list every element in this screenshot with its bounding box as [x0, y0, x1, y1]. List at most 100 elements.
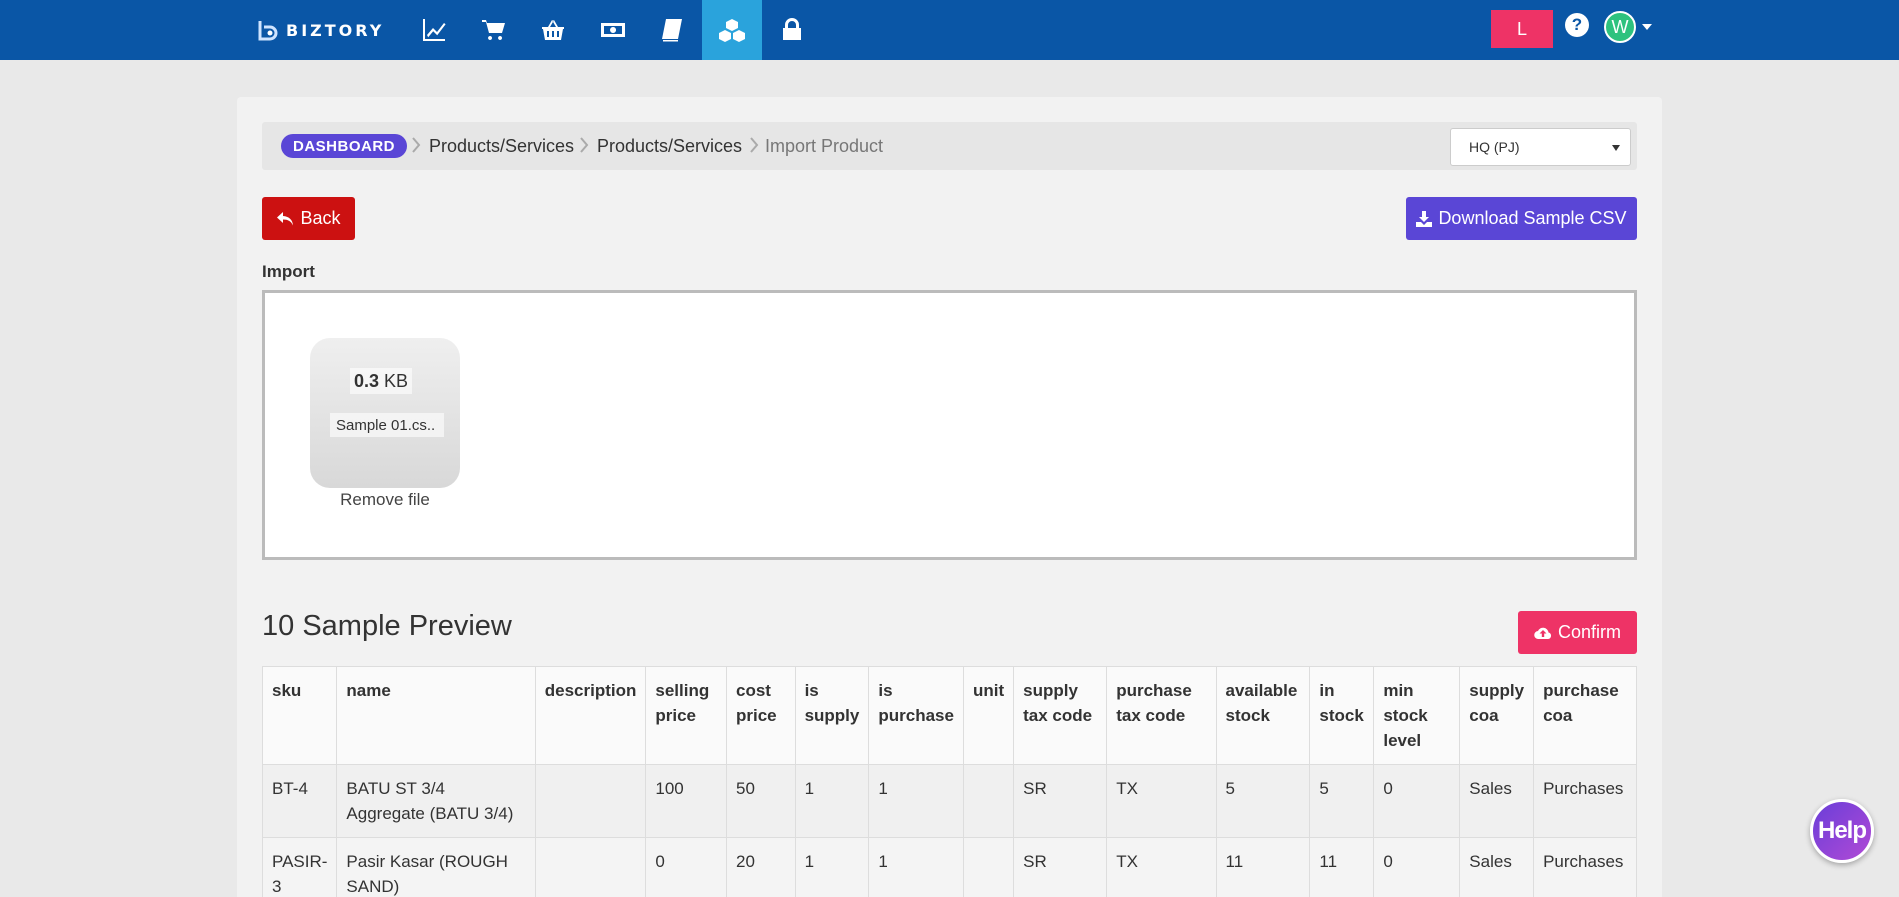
help-widget-button[interactable]: Help — [1810, 799, 1874, 863]
table-cell: 5 — [1309, 764, 1375, 838]
table-cell: SR — [1013, 837, 1108, 897]
column-header: is supply — [794, 666, 870, 765]
table-cell — [534, 837, 647, 897]
column-header: name — [336, 666, 536, 765]
logo-icon — [258, 21, 278, 41]
back-button-label: Back — [300, 208, 341, 228]
nav-products[interactable] — [702, 0, 762, 60]
table-cell — [962, 837, 1015, 897]
table-cell: 0 — [645, 837, 727, 897]
breadcrumb-dashboard[interactable]: DASHBOARD — [281, 134, 407, 158]
column-header: is purchase — [868, 666, 964, 765]
branch-select[interactable]: HQ (PJ) — [1450, 128, 1631, 166]
confirm-button[interactable]: Confirm — [1518, 611, 1637, 654]
table-cell: 0 — [1373, 764, 1461, 838]
nav-accounting[interactable] — [642, 0, 702, 60]
file-size-unit: KB — [384, 370, 409, 391]
column-header: description — [534, 666, 647, 765]
nav-purchases[interactable] — [523, 0, 583, 60]
file-dropzone[interactable] — [262, 290, 1637, 560]
column-header: unit — [962, 666, 1015, 765]
file-preview: 0.3 KB Sample 01.cs.. — [310, 338, 460, 488]
nav-lock[interactable] — [762, 0, 822, 60]
download-sample-csv-button[interactable]: Download Sample CSV — [1406, 197, 1637, 240]
download-button-label: Download Sample CSV — [1438, 208, 1627, 228]
company-switcher-button[interactable]: L — [1491, 10, 1553, 48]
file-size-value: 0.3 — [354, 370, 380, 391]
remove-file-link[interactable]: Remove file — [310, 490, 460, 510]
table-cell: TX — [1106, 837, 1217, 897]
chevron-down-icon[interactable] — [1642, 24, 1652, 30]
question-circle-icon[interactable]: ? — [1565, 13, 1589, 37]
table-cell: Sales — [1459, 837, 1535, 897]
column-header: selling price — [645, 666, 727, 765]
avatar[interactable]: W — [1604, 11, 1636, 43]
table-cell: 20 — [726, 837, 796, 897]
table-cell: 1 — [868, 837, 964, 897]
table-cell: SR — [1013, 764, 1108, 838]
table-cell: Purchases — [1533, 764, 1637, 838]
column-header: available stock — [1215, 666, 1311, 765]
table-cell: Pasir Kasar (ROUGH SAND) — [336, 837, 536, 897]
back-button[interactable]: Back — [262, 197, 355, 240]
table-cell: TX — [1106, 764, 1217, 838]
column-header: supply coa — [1459, 666, 1535, 765]
top-navbar: BIZTORY L ? W — [0, 0, 1899, 60]
breadcrumb: DASHBOARD Products/Services Products/Ser… — [262, 122, 1637, 170]
nav-sales[interactable] — [464, 0, 524, 60]
basket-icon — [542, 20, 564, 40]
file-size: 0.3 KB — [350, 368, 413, 394]
table-cell: PASIR-3 — [261, 837, 338, 897]
brand-name: BIZTORY — [286, 20, 385, 40]
table-row: PASIR-3 Pasir Kasar (ROUGH SAND) 0 20 1 1 SR TX… — [261, 837, 1637, 897]
confirm-button-label: Confirm — [1557, 622, 1621, 642]
lock-icon — [783, 18, 801, 40]
book-icon — [662, 19, 682, 42]
table-cell: BT-4 — [261, 764, 338, 838]
column-header: purchase tax code — [1106, 666, 1217, 765]
column-header: sku — [261, 666, 338, 765]
chevron-right-icon — [411, 136, 421, 154]
table-cell: 50 — [726, 764, 796, 838]
table-cell: 11 — [1215, 837, 1311, 897]
table-cell: Sales — [1459, 764, 1535, 838]
table-row: BT-4 BATU ST 3/4 Aggregate (BATU 3/4) 100 5… — [261, 764, 1637, 838]
chart-line-icon — [423, 19, 446, 41]
download-icon — [1416, 210, 1433, 227]
reply-icon — [277, 211, 294, 225]
table-cell: 100 — [645, 764, 727, 838]
column-header: cost price — [726, 666, 796, 765]
branch-select-value: HQ (PJ) — [1469, 139, 1520, 155]
column-header: purchase coa — [1533, 666, 1637, 765]
chevron-right-icon — [579, 136, 589, 154]
nav-banking[interactable] — [583, 0, 643, 60]
cloud-upload-icon — [1534, 627, 1552, 639]
money-icon — [601, 23, 625, 37]
file-name: Sample 01.cs.. — [330, 413, 444, 437]
table-cell: Purchases — [1533, 837, 1637, 897]
import-label: Import — [262, 262, 315, 281]
table-cell: 1 — [794, 764, 870, 838]
preview-title: 10 Sample Preview — [262, 610, 512, 642]
table-header-row: sku name description selling price cost pric… — [261, 666, 1637, 765]
brand-logo[interactable]: BIZTORY — [256, 16, 384, 44]
breadcrumb-item[interactable]: Products/Services — [429, 134, 574, 158]
breadcrumb-current: Import Product — [765, 136, 884, 156]
table-cell — [534, 764, 647, 838]
cubes-icon — [719, 19, 745, 42]
column-header: in stock — [1309, 666, 1375, 765]
preview-table: sku name description selling price cost pric… — [261, 666, 1637, 897]
table-cell: 11 — [1309, 837, 1375, 897]
table-cell: 1 — [868, 764, 964, 838]
column-header: min stock level — [1373, 666, 1461, 765]
table-cell — [962, 764, 1015, 838]
caret-down-icon — [1612, 145, 1620, 151]
shopping-cart-icon — [482, 20, 505, 40]
chevron-right-icon — [749, 136, 759, 154]
breadcrumb-item[interactable]: Products/Services — [597, 134, 742, 158]
nav-reports[interactable] — [404, 0, 464, 60]
table-cell: BATU ST 3/4 Aggregate (BATU 3/4) — [336, 764, 536, 838]
table-cell: 1 — [794, 837, 870, 897]
table-cell: 0 — [1373, 837, 1461, 897]
column-header: supply tax code — [1013, 666, 1108, 765]
